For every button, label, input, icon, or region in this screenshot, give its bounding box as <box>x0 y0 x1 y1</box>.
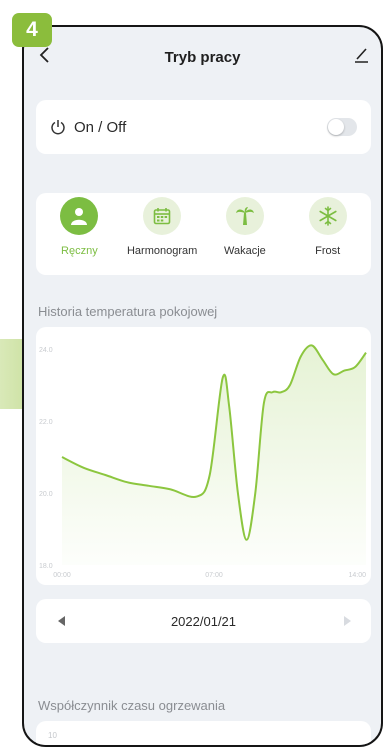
heating-first-tick: 10 <box>48 731 57 740</box>
mode-frost-circle <box>308 197 347 235</box>
y-tick-label: 22.0 <box>39 419 53 426</box>
mode-schedule-label: Harmonogram <box>126 245 198 257</box>
temperature-area <box>62 345 366 565</box>
date-navigator: 2022/01/21 <box>36 599 371 643</box>
y-tick-label: 18.0 <box>39 563 53 570</box>
x-tick-label: 00:00 <box>53 572 71 579</box>
power-toggle[interactable] <box>327 118 357 136</box>
history-title: Historia temperatura pokojowej <box>38 304 218 319</box>
snowflake-icon <box>319 206 337 226</box>
triangle-right-icon[interactable] <box>343 616 351 626</box>
date-value: 2022/01/21 <box>170 613 237 629</box>
chevron-left-icon[interactable] <box>38 47 52 63</box>
calendar-icon <box>153 208 171 225</box>
page-title: Tryb pracy <box>164 48 241 66</box>
triangle-left-icon[interactable] <box>58 616 66 626</box>
phone-screen: Tryb pracy On / Off Ręczny Harmonogram W… <box>22 25 383 747</box>
app-header: Tryb pracy <box>24 27 381 87</box>
mode-holiday[interactable]: Wakacje <box>204 193 286 275</box>
power-card: On / Off <box>36 100 371 154</box>
pencil-icon[interactable] <box>353 47 369 63</box>
heating-chart: 10 <box>36 721 371 745</box>
heating-title: Współczynnik czasu ogrzewania <box>38 698 226 713</box>
mode-frost[interactable]: Frost <box>287 193 369 275</box>
mode-holiday-circle <box>225 197 264 235</box>
x-tick-label: 14:00 <box>348 572 366 579</box>
mode-schedule[interactable]: Harmonogram <box>121 193 203 275</box>
mode-holiday-label: Wakacje <box>223 245 266 257</box>
step-badge: 4 <box>12 13 52 47</box>
palm-tree-icon <box>235 207 254 225</box>
temperature-chart-svg: 24.0 22.0 20.0 18.000:00 07:00 14:00 <box>39 344 367 579</box>
mode-schedule-circle <box>143 197 182 235</box>
mode-manual[interactable]: Ręczny <box>38 193 120 275</box>
power-icon <box>51 120 65 135</box>
power-label: On / Off <box>74 118 127 136</box>
toggle-knob <box>328 119 344 135</box>
temperature-chart: 24.0 22.0 20.0 18.0 00:00 07:00 14:00 <box>36 327 371 585</box>
mode-manual-circle <box>60 197 99 235</box>
mode-manual-label: Ręczny <box>61 245 98 257</box>
y-tick-label: 20.0 <box>39 491 53 498</box>
y-tick-label: 24.0 <box>39 347 53 354</box>
x-tick-label: 07:00 <box>205 572 223 579</box>
mode-selector: Ręczny Harmonogram Wakacje Frost <box>36 193 371 275</box>
person-icon <box>71 208 88 225</box>
mode-frost-label: Frost <box>315 245 341 257</box>
